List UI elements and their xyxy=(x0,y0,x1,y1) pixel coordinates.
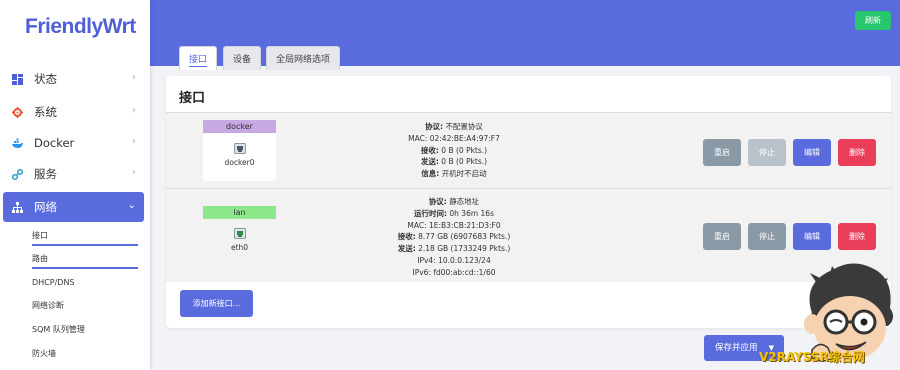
sidebar-item-label: 网络 xyxy=(34,200,57,214)
info-line: 信息: 开机时不启动 xyxy=(421,169,487,179)
sidebar-item-system[interactable]: 系统 › xyxy=(3,97,144,127)
delete-button[interactable]: 删除 xyxy=(838,139,876,166)
sidebar-item-network[interactable]: 网络 ⌄ xyxy=(3,192,144,222)
info-line: 发送: 2.18 GB (1733249 Pkts.) xyxy=(397,244,511,254)
info-line: 协议: 静态地址 xyxy=(428,197,480,206)
stop-button[interactable]: 停止 xyxy=(748,223,786,250)
interface-badge: docker docker0 xyxy=(203,120,276,181)
logo[interactable]: FriendlyWrt xyxy=(25,15,136,39)
section-title: 接口 xyxy=(179,91,206,106)
restart-button[interactable]: 重启 xyxy=(703,223,741,250)
sidebar-subitem-interfaces[interactable]: 接口 xyxy=(32,226,138,246)
info-line: MAC: 02:42:BE:A4:97:F7 xyxy=(408,133,500,143)
interface-name: docker xyxy=(203,120,276,133)
sidebar-item-services[interactable]: 服务 › xyxy=(3,159,144,189)
device-name: eth0 xyxy=(230,243,249,252)
watermark-text: V2RAYSSR综合网 xyxy=(759,350,865,364)
ethernet-port-icon xyxy=(233,143,246,154)
chevron-right-icon: › xyxy=(132,105,136,116)
interface-name: lan xyxy=(203,206,276,219)
info-line: IPv4: 10.0.0.123/24 xyxy=(417,255,491,265)
edit-button[interactable]: 编辑 xyxy=(793,223,831,250)
sidebar-item-status[interactable]: 状态 › xyxy=(3,64,144,94)
tab-devices[interactable]: 设备 xyxy=(223,46,262,70)
add-interface-button[interactable]: 添加新接口... xyxy=(180,290,253,317)
tab-label: 接口 xyxy=(189,55,208,67)
table-row: lan eth0 协议: 静态地址 运行时间: 0h 36m 16s MAC: … xyxy=(166,188,891,282)
refresh-button[interactable]: 刷新 xyxy=(855,11,891,30)
sidebar-subitem-firewall[interactable]: 防火墙 xyxy=(32,344,138,364)
sidebar-subitem-diagnostics[interactable]: 网络诊断 xyxy=(32,296,138,316)
chevron-right-icon: › xyxy=(132,167,136,178)
header-bar: 刷新 xyxy=(150,0,900,66)
services-icon xyxy=(12,168,23,180)
chevron-down-icon: ⌄ xyxy=(127,200,136,211)
sidebar-subitem-dhcp-dns[interactable]: DHCP/DNS xyxy=(32,273,138,293)
sidebar-subitem-routes[interactable]: 路由 xyxy=(32,249,138,269)
info-line: 运行时间: 0h 36m 16s xyxy=(414,208,494,218)
restart-button[interactable]: 重启 xyxy=(703,139,741,166)
gear-icon xyxy=(12,106,23,118)
tab-global-options[interactable]: 全局网络选项 xyxy=(266,46,341,70)
sidebar: FriendlyWrt 状态 › 系统 › Docker › 服务 › 网络 ⌄… xyxy=(0,0,150,370)
chevron-right-icon: › xyxy=(132,136,136,147)
tab-interfaces[interactable]: 接口 xyxy=(179,46,218,70)
dashboard-icon xyxy=(12,73,23,85)
info-line: MAC: 1E:B3:CB:21:D3:F0 xyxy=(407,220,501,230)
interface-info: 协议: 不配置协议 MAC: 02:42:BE:A4:97:F7 接收: 0 B… xyxy=(364,121,544,180)
docker-icon xyxy=(12,138,23,148)
stop-button[interactable]: 停止 xyxy=(748,139,786,166)
interface-info: 协议: 静态地址 运行时间: 0h 36m 16s MAC: 1E:B3:CB:… xyxy=(364,196,544,279)
interface-badge: lan eth0 xyxy=(203,206,276,260)
edit-button[interactable]: 编辑 xyxy=(793,139,831,166)
table-row: docker docker0 协议: 不配置协议 MAC: 02:42:BE:A… xyxy=(166,112,891,188)
network-icon xyxy=(12,201,23,213)
delete-button[interactable]: 删除 xyxy=(838,223,876,250)
chevron-right-icon: › xyxy=(132,72,136,83)
device-name: docker0 xyxy=(224,158,255,167)
info-line: 协议: 不配置协议 xyxy=(425,122,483,131)
sidebar-item-label: 状态 xyxy=(34,72,57,86)
info-line: 发送: 0 B (0 Pkts.) xyxy=(420,157,488,167)
interfaces-card: 接口 docker docker0 协议: 不配置协议 MAC: 02:42:B… xyxy=(166,76,891,328)
info-line: 接收: 0 B (0 Pkts.) xyxy=(420,145,488,155)
sidebar-item-label: 系统 xyxy=(34,105,57,119)
sidebar-item-label: 服务 xyxy=(34,167,57,181)
ethernet-port-icon xyxy=(233,228,246,239)
info-line: IPv6: fd00:ab:cd::1/60 xyxy=(412,267,496,277)
sidebar-item-label: Docker xyxy=(34,136,75,150)
sidebar-subitem-sqm[interactable]: SQM 队列管理 xyxy=(32,320,138,340)
save-apply-label: 保存并应用 xyxy=(715,343,758,353)
sidebar-item-docker[interactable]: Docker › xyxy=(3,128,144,158)
info-line: 接收: 8.77 GB (6907683 Pkts.) xyxy=(397,232,511,242)
